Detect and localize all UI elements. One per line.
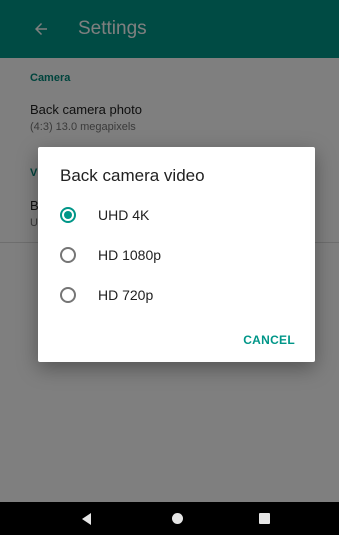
option-label: HD 720p — [98, 287, 154, 303]
settings-screen: Settings Camera Back camera photo (4:3) … — [0, 0, 339, 535]
radio-unchecked-icon[interactable] — [60, 287, 76, 303]
recents-square-icon[interactable] — [259, 513, 270, 524]
system-nav-bar — [0, 502, 339, 535]
radio-checked-icon[interactable] — [60, 207, 76, 223]
home-circle-icon[interactable] — [172, 513, 183, 524]
cancel-button[interactable]: CANCEL — [243, 333, 295, 347]
video-quality-dialog: Back camera video UHD 4K HD 1080p HD 720… — [38, 147, 315, 362]
option-uhd-4k[interactable]: UHD 4K — [60, 203, 290, 227]
option-label: UHD 4K — [98, 207, 150, 223]
option-label: HD 1080p — [98, 247, 162, 263]
option-hd-1080p[interactable]: HD 1080p — [60, 243, 290, 267]
option-hd-720p[interactable]: HD 720p — [60, 283, 290, 307]
back-triangle-icon[interactable] — [82, 513, 91, 525]
radio-unchecked-icon[interactable] — [60, 247, 76, 263]
dialog-title: Back camera video — [60, 166, 205, 185]
